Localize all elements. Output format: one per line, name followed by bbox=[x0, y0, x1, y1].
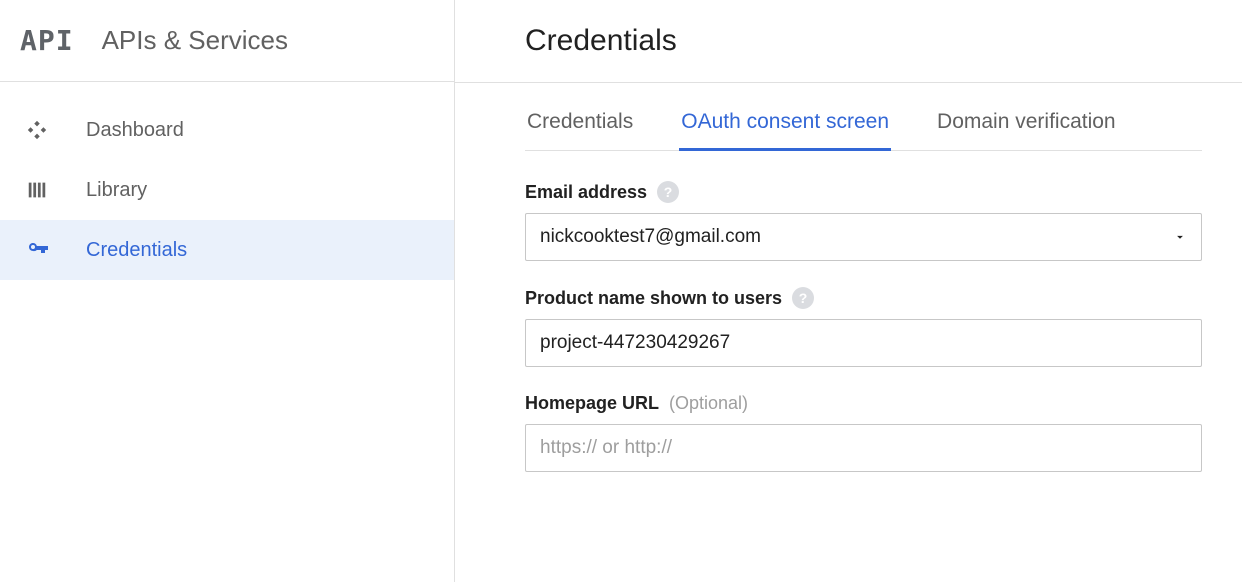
homepage-url-input[interactable] bbox=[525, 424, 1202, 472]
main-content: Credentials Credentials OAuth consent sc… bbox=[455, 0, 1242, 582]
label-text: Homepage URL bbox=[525, 393, 659, 414]
sidebar-item-credentials[interactable]: Credentials bbox=[0, 220, 454, 280]
field-label: Homepage URL (Optional) bbox=[525, 393, 1202, 414]
sidebar: API APIs & Services Dashboard Library bbox=[0, 0, 455, 582]
key-icon bbox=[26, 238, 76, 262]
library-icon bbox=[26, 179, 76, 201]
field-email-address: Email address ? nickcooktest7@gmail.com bbox=[525, 181, 1202, 261]
help-icon[interactable]: ? bbox=[657, 181, 679, 203]
api-logo: API bbox=[20, 24, 74, 57]
label-text: Email address bbox=[525, 182, 647, 203]
sidebar-item-label: Dashboard bbox=[76, 119, 184, 142]
product-name-input[interactable] bbox=[525, 319, 1202, 367]
tabs: Credentials OAuth consent screen Domain … bbox=[525, 110, 1202, 151]
sidebar-section-title: APIs & Services bbox=[102, 25, 288, 56]
sidebar-nav: Dashboard Library Credentials bbox=[0, 82, 454, 280]
chevron-down-icon bbox=[1173, 230, 1187, 244]
sidebar-item-dashboard[interactable]: Dashboard bbox=[0, 100, 454, 160]
field-label: Email address ? bbox=[525, 181, 1202, 203]
email-select[interactable]: nickcooktest7@gmail.com bbox=[525, 213, 1202, 261]
label-text: Product name shown to users bbox=[525, 288, 782, 309]
field-label: Product name shown to users ? bbox=[525, 287, 1202, 309]
page-title: Credentials bbox=[525, 24, 1202, 58]
email-select-value: nickcooktest7@gmail.com bbox=[540, 226, 761, 248]
dashboard-icon bbox=[26, 119, 76, 141]
help-icon[interactable]: ? bbox=[792, 287, 814, 309]
sidebar-header: API APIs & Services bbox=[0, 0, 454, 82]
sidebar-item-label: Library bbox=[76, 179, 147, 202]
sidebar-item-label: Credentials bbox=[76, 239, 187, 262]
app-root: API APIs & Services Dashboard Library bbox=[0, 0, 1242, 582]
tab-credentials[interactable]: Credentials bbox=[525, 110, 635, 151]
field-homepage-url: Homepage URL (Optional) bbox=[525, 393, 1202, 472]
field-product-name: Product name shown to users ? bbox=[525, 287, 1202, 367]
tab-oauth-consent-screen[interactable]: OAuth consent screen bbox=[679, 110, 891, 151]
tab-domain-verification[interactable]: Domain verification bbox=[935, 110, 1118, 151]
optional-text: (Optional) bbox=[669, 393, 748, 414]
header-divider bbox=[455, 82, 1242, 83]
oauth-consent-form: Email address ? nickcooktest7@gmail.com … bbox=[525, 181, 1202, 472]
sidebar-item-library[interactable]: Library bbox=[0, 160, 454, 220]
